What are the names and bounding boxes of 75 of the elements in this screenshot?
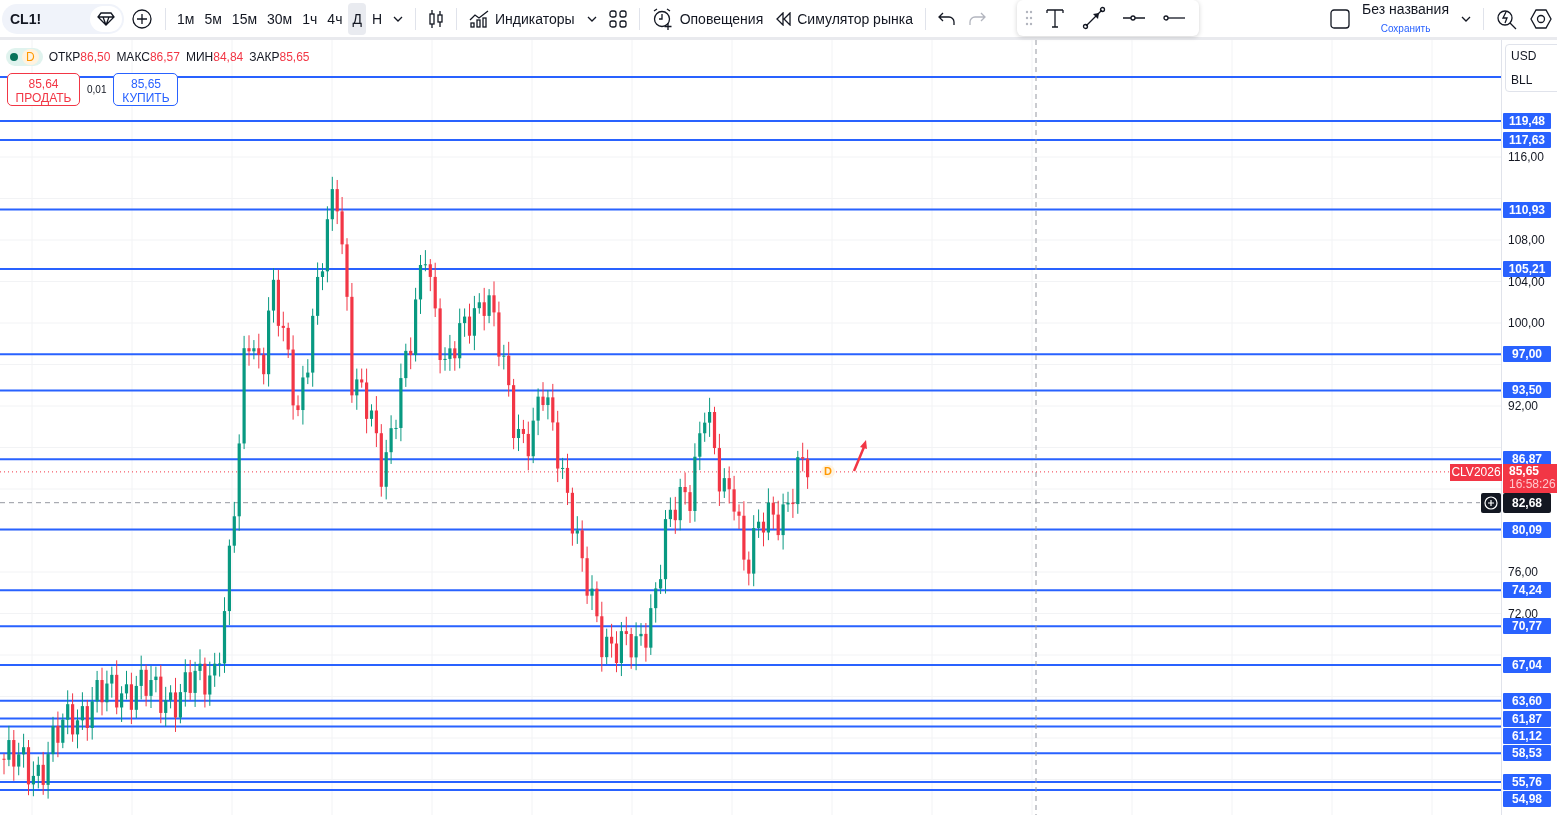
price-level-label: 61,87	[1503, 710, 1551, 727]
chevron-down-icon[interactable]	[1461, 15, 1471, 22]
unit-label[interactable]: BLL	[1511, 73, 1557, 87]
price-tick: 72,00	[1508, 606, 1539, 621]
price-tick: 100,00	[1508, 316, 1545, 330]
diamond-icon[interactable]	[97, 11, 115, 26]
ray-line-icon[interactable]	[1161, 13, 1186, 23]
price-level-label: 97,00	[1503, 346, 1551, 363]
interval-tab[interactable]: 4ч	[323, 2, 347, 35]
price-level-label: 70,77	[1503, 618, 1551, 635]
symbol-price-tag: CLV2026	[1450, 463, 1502, 481]
current-price-label: 85,65 16:58:26	[1503, 463, 1557, 493]
redo-icon	[967, 11, 986, 26]
alarm-clock-icon	[651, 7, 674, 30]
price-tick: 92,00	[1508, 399, 1539, 413]
indicators-button[interactable]: Индикаторы	[464, 2, 580, 35]
spread-value: 0,01	[87, 84, 107, 95]
price-tick: 108,00	[1508, 233, 1545, 247]
price-level-label: 55,76	[1503, 774, 1551, 790]
interval-label: D	[22, 49, 39, 65]
layout-name[interactable]: Без названия	[1362, 2, 1449, 16]
interval-tab[interactable]: 30м	[263, 2, 297, 35]
save-link[interactable]: Сохранить	[1380, 21, 1431, 35]
ohlc-value: МАКС86,57	[116, 50, 180, 64]
horizontal-ray-icon[interactable]	[1121, 13, 1146, 23]
ohlc-value: МИН84,84	[185, 50, 244, 64]
plus-circle-icon	[1484, 495, 1498, 510]
price-level-label: 74,24	[1503, 582, 1551, 599]
interval-tab[interactable]: Д	[348, 2, 366, 35]
interval-tab[interactable]: 1ч	[298, 2, 322, 35]
arrow-line-icon[interactable]	[1081, 6, 1106, 30]
price-level-label: 110,93	[1503, 201, 1551, 218]
price-tick: 76,00	[1508, 565, 1539, 579]
interval-tab[interactable]: 15м	[227, 2, 262, 35]
symbol-field[interactable]: CL1!	[2, 3, 124, 34]
chevron-down-icon[interactable]	[586, 15, 597, 22]
price-level-label: 105,21	[1503, 260, 1551, 277]
price-level-label: 80,09	[1503, 521, 1551, 538]
bar-chart-icon	[469, 9, 490, 28]
currency-label[interactable]: USD	[1511, 49, 1557, 63]
sell-button[interactable]: 85,64 ПРОДАТЬ	[7, 73, 80, 106]
price-level-label: 119,48	[1503, 112, 1551, 129]
candles-icon	[428, 8, 445, 29]
price-level-label: 117,63	[1503, 132, 1551, 149]
lightning-search-icon	[1496, 7, 1518, 30]
interval-tab[interactable]: 1м	[173, 2, 199, 35]
settings-icon	[1530, 7, 1552, 30]
currency-selector[interactable]: USD BLL	[1505, 44, 1557, 92]
undo-icon	[937, 11, 956, 26]
square-icon[interactable]	[1330, 8, 1351, 29]
price-level-label: 58,53	[1503, 745, 1551, 762]
price-level-label: 63,60	[1503, 692, 1551, 709]
ohlc-value: ЗАКР85,65	[249, 50, 310, 64]
alerts-button[interactable]: Оповещения	[646, 2, 769, 35]
grid-icon	[608, 9, 627, 28]
drag-handle-icon[interactable]	[1024, 10, 1033, 26]
chevron-down-icon[interactable]	[393, 15, 404, 22]
plus-circle-icon	[131, 7, 153, 30]
rewind-icon	[775, 11, 792, 26]
arrow-icon	[852, 439, 868, 473]
price-level-label: 54,98	[1503, 791, 1551, 807]
interval-tab[interactable]: Н	[367, 2, 387, 35]
price-level-label: 67,04	[1503, 656, 1551, 673]
ohlc-value: ОТКР86,50	[48, 50, 111, 64]
crosshair-price-label: 82,68	[1503, 492, 1551, 513]
add-alert-button[interactable]	[1481, 492, 1501, 513]
text-tool-icon[interactable]	[1043, 7, 1066, 29]
interval-tab[interactable]: 5м	[200, 2, 226, 35]
price-tick: 104,00	[1508, 274, 1545, 289]
price-level-label: 61,12	[1503, 727, 1551, 744]
price-level-label: 93,50	[1503, 382, 1551, 399]
buy-button[interactable]: 85,65 КУПИТЬ	[113, 73, 179, 106]
status-dot	[10, 53, 18, 61]
price-tick: 116,00	[1508, 150, 1544, 164]
replay-button[interactable]: Симулятор рынка	[770, 2, 918, 35]
